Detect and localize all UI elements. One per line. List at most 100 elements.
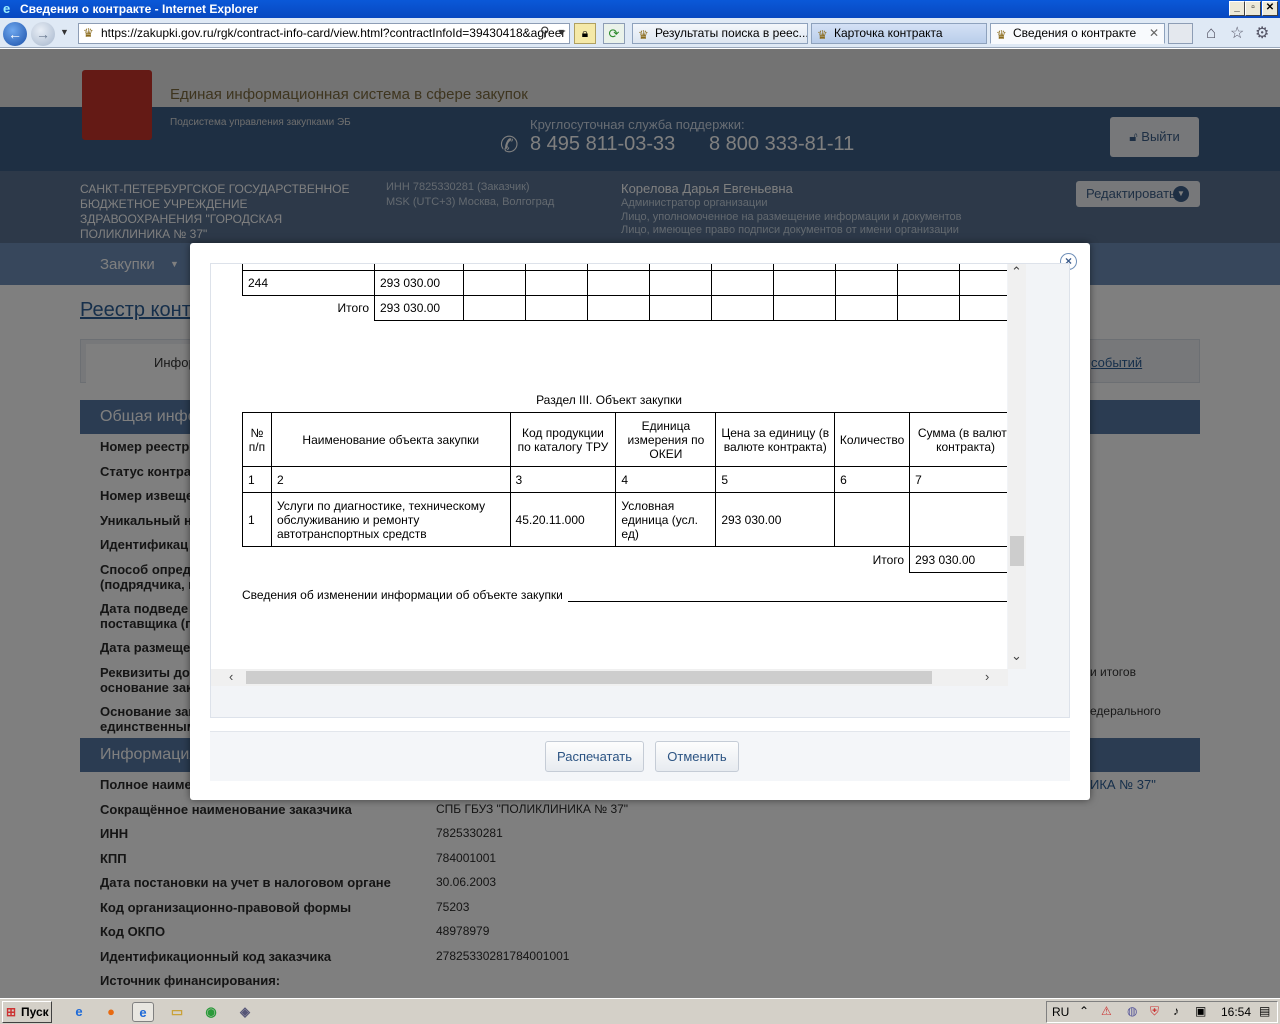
site-emblem-icon: ♛ <box>817 28 828 42</box>
column-header: Единица измерения по ОКЕИ <box>615 412 717 467</box>
total-value: 293 030.00 <box>374 295 464 321</box>
back-button[interactable]: ← <box>3 22 27 46</box>
ie-quicklaunch-icon[interactable]: e <box>68 1002 90 1022</box>
table-cell: Условная единица (усл. ед) <box>615 492 717 547</box>
column-header: Наименование объекта закупки <box>270 412 511 467</box>
tab-contract-info[interactable]: ♛ Сведения о контракте ✕ <box>990 23 1165 44</box>
ie-logo-icon: e <box>3 1 11 16</box>
print-button[interactable]: Распечатать <box>545 741 644 772</box>
close-window-button[interactable]: ✕ <box>1262 1 1278 16</box>
table-header-row: № п/п Наименование объекта закупки Код п… <box>242 412 1007 467</box>
show-desktop-icon[interactable]: ▤ <box>1259 1004 1270 1018</box>
restore-button[interactable]: ▫ <box>1245 1 1261 16</box>
table-cell: 293 030.00 <box>715 492 836 547</box>
display-icon[interactable]: ▣ <box>1195 1004 1206 1018</box>
numbering-row: 1 2 3 4 5 6 7 <box>242 466 1007 493</box>
system-tray: RU ⌃ ⚠ ◍ ⛨ ♪ ▣ 16:54 ▤ <box>1046 1001 1278 1023</box>
home-icon[interactable]: ⌂ <box>1206 23 1216 43</box>
total-label: Итого <box>242 295 375 321</box>
app-icon[interactable]: ◈ <box>234 1002 256 1022</box>
column-header: Код продукции по каталогу ТРУ <box>509 412 617 467</box>
refresh-icon[interactable]: ⟳ <box>603 23 625 44</box>
table-cell: 1 <box>242 466 272 493</box>
document-viewport: 244 293 030.00 Итого 293 030.00 Раздел I… <box>211 264 1007 669</box>
tab-search-results[interactable]: ♛ Результаты поиска в реес... <box>632 23 808 44</box>
horizontal-scrollbar[interactable]: ‹ › <box>211 669 1008 686</box>
table-cell: 45.20.11.000 <box>509 492 617 547</box>
scroll-thumb[interactable] <box>1010 536 1024 566</box>
clock: 16:54 <box>1221 1005 1252 1019</box>
vertical-scrollbar[interactable]: ⌃ ⌄ <box>1008 264 1026 669</box>
table-cell: 3 <box>509 466 617 493</box>
tray-expand-icon[interactable]: ⌃ <box>1079 1004 1089 1018</box>
scroll-up-icon[interactable]: ⌃ <box>1011 264 1022 280</box>
table-cell: 293 030.00 <box>374 270 464 296</box>
new-tab-button[interactable] <box>1168 23 1193 44</box>
favorites-star-icon[interactable]: ☆ <box>1230 23 1244 43</box>
forward-button[interactable]: → <box>31 22 55 46</box>
total-label: Итого <box>242 546 911 573</box>
language-indicator[interactable]: RU <box>1052 1005 1069 1019</box>
scroll-thumb[interactable] <box>246 671 932 684</box>
window-title-bar: e Сведения о контракте - Internet Explor… <box>0 0 1280 18</box>
minimize-button[interactable]: _ <box>1229 1 1245 16</box>
cancel-label: Отменить <box>667 749 727 764</box>
table-total-row: Итого 293 030.00 <box>242 295 1007 321</box>
cancel-button[interactable]: Отменить <box>655 741 739 772</box>
print-preview-dialog: × 244 293 030.00 Итого 293 030.00 Раздел… <box>190 243 1090 800</box>
browser-toolbar: ← → ▼ ♛ https://zakupki.gov.ru/rgk/contr… <box>0 18 1280 48</box>
table-cell: 1 <box>242 492 272 547</box>
table-cell <box>909 492 1007 547</box>
history-dropdown-icon[interactable]: ▼ <box>60 27 69 37</box>
table-row: 244 293 030.00 <box>242 270 1007 296</box>
volume-icon[interactable]: ♪ <box>1173 1004 1179 1018</box>
underline-field <box>568 601 1007 602</box>
changes-label: Сведения об изменении информации об объе… <box>242 588 571 602</box>
table-cell: 7 <box>909 466 1007 493</box>
tools-gear-icon[interactable]: ⚙ <box>1255 23 1269 43</box>
start-button[interactable]: ⊞ Пуск <box>2 1001 52 1023</box>
address-bar[interactable]: ♛ https://zakupki.gov.ru/rgk/contract-in… <box>78 23 570 44</box>
url-text: https://zakupki.gov.ru/rgk/contract-info… <box>101 26 566 40</box>
total-value: 293 030.00 <box>909 546 1007 573</box>
firefox-icon[interactable]: ● <box>100 1002 122 1022</box>
column-header: № п/п <box>242 412 272 467</box>
ie-taskbar-button[interactable]: e <box>132 1002 154 1022</box>
search-icon[interactable]: ⚲ <box>540 24 550 40</box>
table-cell: 4 <box>615 466 717 493</box>
tab-label: Карточка контракта <box>834 26 943 40</box>
tab-contract-card[interactable]: ♛ Карточка контракта <box>811 23 987 44</box>
network-icon[interactable]: ◍ <box>1127 1004 1137 1018</box>
lock-icon[interactable]: 🔒︎ <box>574 23 596 44</box>
column-header: Сумма (в валюте контракта) <box>909 412 1007 467</box>
table-cell: 6 <box>834 466 911 493</box>
finance-table: 244 293 030.00 Итого 293 030.00 <box>242 264 1007 321</box>
table-cell: 244 <box>242 270 375 296</box>
table-cell: 2 <box>270 466 511 493</box>
tab-label: Сведения о контракте <box>1013 26 1137 40</box>
column-header: Цена за единицу (в валюте контракта) <box>715 412 836 467</box>
table-cell <box>834 492 911 547</box>
folder-icon[interactable]: ▭ <box>166 1002 188 1022</box>
window-title: Сведения о контракте - Internet Explorer <box>20 2 259 16</box>
security-icon[interactable]: ⛨ <box>1150 1004 1159 1019</box>
column-header: Количество <box>834 412 911 467</box>
windows-logo-icon: ⊞ <box>6 1005 17 1019</box>
section-title: Раздел III. Объект закупки <box>536 393 682 407</box>
address-dropdown-icon[interactable]: ▼ <box>557 27 566 37</box>
site-emblem-icon: ♛ <box>638 28 649 42</box>
site-emblem-icon: ♛ <box>996 28 1007 42</box>
print-label: Распечатать <box>556 749 632 764</box>
close-tab-icon[interactable]: ✕ <box>1149 24 1159 43</box>
scroll-right-icon[interactable]: › <box>985 669 989 684</box>
taskbar: ⊞ Пуск e ● e ▭ ◉ ◈ RU ⌃ ⚠ ◍ ⛨ ♪ ▣ 16:54 … <box>0 998 1280 1024</box>
tab-label: Результаты поиска в реес... <box>655 26 808 40</box>
table-cell: Услуги по диагностике, техническому обсл… <box>270 492 511 547</box>
table-total-row: Итого 293 030.00 <box>242 546 1007 573</box>
scroll-left-icon[interactable]: ‹ <box>229 669 233 684</box>
purchase-object-table: № п/п Наименование объекта закупки Код п… <box>242 412 1007 573</box>
scroll-down-icon[interactable]: ⌄ <box>1011 648 1022 664</box>
table-row: 1 Услуги по диагностике, техническому об… <box>242 492 1007 547</box>
warning-icon[interactable]: ⚠ <box>1101 1004 1112 1018</box>
chrome-icon[interactable]: ◉ <box>200 1002 222 1022</box>
